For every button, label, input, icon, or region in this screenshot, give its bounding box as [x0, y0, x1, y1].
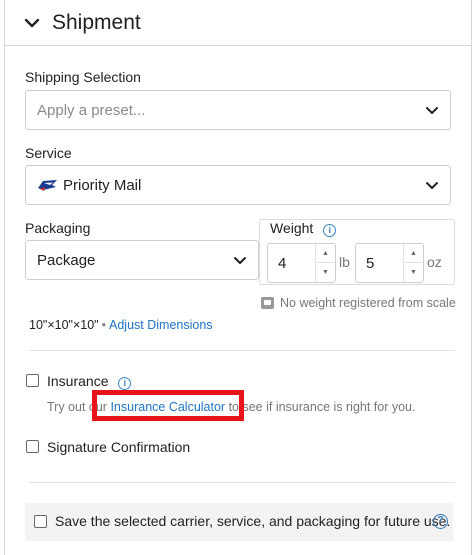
shipment-header[interactable]: Shipment	[5, 0, 471, 46]
packaging-value: Package	[37, 251, 96, 269]
stepper-down-icon[interactable]: ▼	[316, 263, 335, 282]
service-label: Service	[25, 145, 72, 161]
dimensions-value: 10"×10"×10"	[29, 318, 99, 332]
service-value: Priority Mail	[63, 176, 142, 194]
signature-checkbox[interactable]	[26, 440, 39, 453]
highlight-box	[92, 390, 244, 421]
lb-stepper: ▲ ▼	[315, 244, 335, 282]
weight-oz-value: 5	[366, 255, 375, 272]
section-title: Shipment	[52, 10, 141, 34]
help-icon[interactable]: ?	[433, 514, 448, 529]
weight-oz-input[interactable]: 5 ▲ ▼	[355, 243, 424, 283]
usps-eagle-icon	[37, 178, 58, 192]
oz-unit: oz	[427, 254, 442, 270]
weight-label-wrap: Weight i	[267, 220, 340, 237]
stepper-up-icon[interactable]: ▲	[316, 244, 335, 263]
save-preset-row: Save the selected carrier, service, and …	[25, 503, 453, 541]
weight-lb-input[interactable]: 4 ▲ ▼	[267, 243, 336, 283]
chevron-down-icon	[232, 253, 248, 269]
hint-suffix: to see if insurance is right for you.	[225, 400, 416, 414]
shipping-preset-select[interactable]: Apply a preset...	[25, 90, 451, 130]
shipment-panel: Shipment Shipping Selection Apply a pres…	[4, 0, 472, 555]
stepper-up-icon[interactable]: ▲	[404, 244, 423, 263]
stepper-down-icon[interactable]: ▼	[404, 263, 423, 282]
scale-note-text: No weight registered from scale	[280, 296, 456, 310]
insurance-label[interactable]: Insurance	[47, 373, 108, 389]
chevron-down-icon	[424, 103, 440, 119]
packaging-select[interactable]: Package	[25, 240, 259, 280]
shipping-selection-label: Shipping Selection	[25, 69, 141, 85]
save-preset-checkbox[interactable]	[34, 515, 47, 528]
oz-stepper: ▲ ▼	[403, 244, 423, 282]
adjust-dimensions-link[interactable]: Adjust Dimensions	[109, 318, 213, 332]
chevron-down-icon[interactable]	[23, 14, 41, 32]
scale-icon	[261, 297, 274, 309]
lb-unit: lb	[339, 254, 350, 270]
divider	[29, 350, 455, 351]
dimensions-row: 10"×10"×10" • Adjust Dimensions	[29, 318, 213, 332]
insurance-label-wrap: Insurance i	[47, 373, 132, 390]
weight-label: Weight	[270, 220, 314, 236]
save-preset-label[interactable]: Save the selected carrier, service, and …	[55, 513, 450, 529]
weight-lb-value: 4	[278, 255, 287, 272]
insurance-checkbox[interactable]	[26, 374, 39, 387]
info-icon[interactable]: i	[118, 377, 132, 390]
chevron-down-icon	[424, 178, 440, 194]
divider	[29, 482, 455, 483]
packaging-label: Packaging	[25, 220, 91, 236]
service-select[interactable]: Priority Mail	[25, 165, 451, 205]
shipping-preset-placeholder: Apply a preset...	[37, 101, 146, 119]
scale-status: No weight registered from scale	[261, 296, 456, 310]
signature-label[interactable]: Signature Confirmation	[47, 439, 190, 455]
info-icon[interactable]: i	[323, 224, 337, 237]
dimensions-separator: •	[101, 318, 107, 332]
